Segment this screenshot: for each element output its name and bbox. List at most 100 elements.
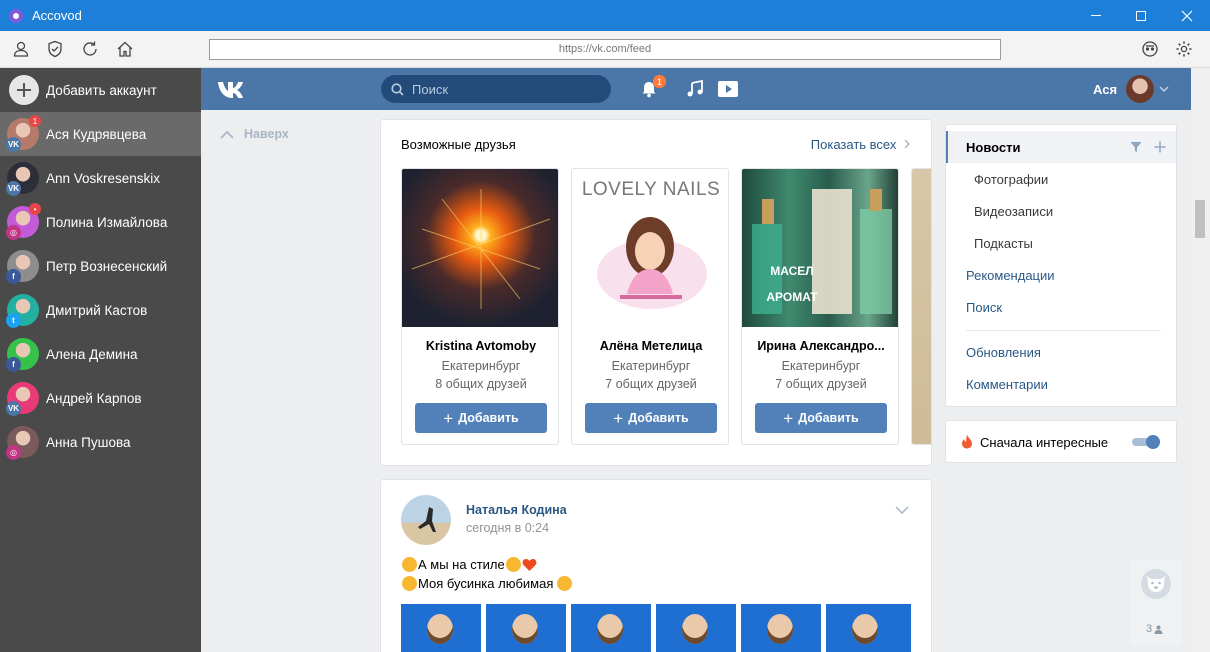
- add-friend-label: Добавить: [628, 411, 689, 425]
- friend-card[interactable]: МАСЕЛ АРОМАТ Ирина Александро... Екатери…: [741, 168, 899, 445]
- filter-icon[interactable]: [1130, 141, 1142, 153]
- header-user-name[interactable]: Ася: [1093, 82, 1117, 97]
- heart-eyes-emoji-icon: [557, 576, 573, 591]
- news-menu-item[interactable]: Фотографии: [946, 163, 1176, 195]
- friend-photo[interactable]: [402, 169, 558, 327]
- accounts-sidebar: Добавить аккаунт VK 1 Ася Кудрявцева VK Ann …: [0, 68, 201, 652]
- post-time[interactable]: сегодня в 0:24: [466, 521, 549, 535]
- account-item[interactable]: t Дмитрий Кастов: [0, 288, 201, 332]
- account-item[interactable]: ◎ Анна Пушова: [0, 420, 201, 464]
- account-avatar: VK: [6, 382, 39, 416]
- add-friend-button[interactable]: + Добавить: [755, 403, 887, 433]
- add-friend-button[interactable]: + Добавить: [585, 403, 717, 433]
- back-to-top-link[interactable]: Наверх: [220, 127, 289, 141]
- post-author-name[interactable]: Наталья Кодина: [466, 503, 567, 517]
- vk-logo-icon[interactable]: [216, 79, 250, 107]
- heart-emoji-icon: [522, 558, 537, 571]
- account-item[interactable]: ◎ • Полина Измайлова: [0, 200, 201, 244]
- news-filter-menu: Новости Фотографии Видеозаписи Подкасты Реко…: [945, 124, 1177, 407]
- news-menu-item[interactable]: Комментарии: [946, 368, 1176, 400]
- twitter-icon: t: [6, 313, 21, 328]
- plus-icon: [9, 75, 39, 105]
- friend-photo[interactable]: МАСЕЛ АРОМАТ: [742, 169, 898, 327]
- news-menu-item[interactable]: Обновления: [946, 336, 1176, 368]
- news-menu-item[interactable]: Поиск: [946, 291, 1176, 323]
- account-name: Ася Кудрявцева: [46, 126, 147, 142]
- show-all-link[interactable]: Показать всех: [811, 137, 911, 152]
- account-avatar: t: [6, 294, 39, 328]
- heart-eyes-emoji-icon: [402, 576, 417, 591]
- account-badge: •: [29, 203, 41, 215]
- account-avatar: VK 1: [6, 115, 41, 152]
- instagram-icon: ◎: [6, 225, 21, 240]
- vk-icon: VK: [6, 401, 21, 416]
- friend-card-partial[interactable]: [911, 168, 931, 445]
- window-titlebar: Accovod: [0, 0, 1210, 31]
- chevron-right-icon: [904, 139, 910, 149]
- friend-mutual[interactable]: 7 общих друзей: [572, 377, 728, 391]
- search-input[interactable]: Поиск: [381, 75, 611, 103]
- incognito-icon[interactable]: [1140, 39, 1160, 59]
- friend-mutual[interactable]: 7 общих друзей: [742, 377, 898, 391]
- post-photo[interactable]: [401, 604, 481, 652]
- online-users-widget[interactable]: 3: [1130, 560, 1182, 646]
- sunglasses-emoji-icon: [505, 557, 521, 572]
- facebook-icon: f: [6, 269, 21, 284]
- account-item[interactable]: f Петр Вознесенский: [0, 244, 201, 288]
- close-button[interactable]: [1164, 0, 1210, 31]
- friend-photo[interactable]: LOVELY NAILS: [572, 169, 728, 327]
- maximize-button[interactable]: [1118, 0, 1164, 31]
- account-item[interactable]: VK 1 Ася Кудрявцева: [0, 112, 201, 156]
- account-item[interactable]: VK Ann Voskresenskix: [0, 156, 201, 200]
- chevron-down-icon[interactable]: [1159, 86, 1169, 92]
- post-photo[interactable]: [656, 604, 736, 652]
- add-friend-button[interactable]: + Добавить: [415, 403, 547, 433]
- account-avatar: VK: [6, 162, 39, 196]
- friend-city: Екатеринбург: [611, 359, 691, 373]
- friend-name[interactable]: Kristina Avtomoby: [402, 339, 558, 353]
- post-author-avatar[interactable]: [401, 495, 451, 545]
- scrollbar-thumb[interactable]: [1195, 200, 1205, 238]
- home-icon[interactable]: [115, 39, 135, 59]
- vk-icon: VK: [6, 181, 21, 196]
- music-button[interactable]: [684, 78, 706, 100]
- header-avatar[interactable]: [1126, 75, 1154, 103]
- add-account-button[interactable]: Добавить аккаунт: [0, 68, 201, 112]
- address-bar[interactable]: https://vk.com/feed: [209, 39, 1001, 60]
- post-photos: [401, 604, 911, 652]
- news-menu-item[interactable]: Подкасты: [946, 227, 1176, 259]
- news-menu-item[interactable]: Рекомендации: [946, 259, 1176, 291]
- account-item[interactable]: VK Андрей Карпов: [0, 376, 201, 420]
- friend-card[interactable]: LOVELY NAILS Алёна Метелица Екатеринбург…: [571, 168, 729, 445]
- vk-icon: VK: [6, 137, 21, 152]
- account-item[interactable]: f Алена Демина: [0, 332, 201, 376]
- feed-post: Наталья Кодина сегодня в 0:24 А мы на ст…: [380, 479, 932, 652]
- post-photo[interactable]: [826, 604, 911, 652]
- show-all-label: Показать всех: [810, 137, 897, 152]
- post-photo[interactable]: [741, 604, 821, 652]
- shield-icon[interactable]: [45, 39, 65, 59]
- post-photo[interactable]: [486, 604, 566, 652]
- friend-name[interactable]: Ирина Александро...: [742, 339, 898, 353]
- chevron-up-icon: [220, 130, 234, 139]
- close-icon: [1181, 10, 1193, 21]
- friend-mutual[interactable]: 8 общих друзей: [402, 377, 558, 391]
- plus-icon[interactable]: [1154, 141, 1166, 153]
- account-name: Анна Пушова: [46, 434, 131, 450]
- plus-icon: +: [613, 408, 624, 428]
- chevron-down-icon[interactable]: [895, 506, 909, 514]
- friend-name[interactable]: Алёна Метелица: [572, 339, 728, 353]
- post-text: А мы на стиле: [418, 557, 505, 572]
- notifications-button[interactable]: 1: [638, 75, 666, 100]
- friend-card[interactable]: Kristina Avtomoby Екатеринбург 8 общих д…: [401, 168, 559, 445]
- post-photo[interactable]: [571, 604, 651, 652]
- interesting-first-toggle[interactable]: [1132, 435, 1160, 449]
- news-menu-item[interactable]: Видеозаписи: [946, 195, 1176, 227]
- page-scrollbar[interactable]: [1191, 68, 1210, 652]
- gear-icon[interactable]: [1174, 39, 1194, 59]
- video-button[interactable]: [717, 78, 739, 100]
- reload-icon[interactable]: [80, 39, 100, 59]
- profile-icon[interactable]: [11, 39, 31, 59]
- minimize-button[interactable]: [1073, 0, 1119, 31]
- account-avatar: ◎ •: [6, 203, 41, 240]
